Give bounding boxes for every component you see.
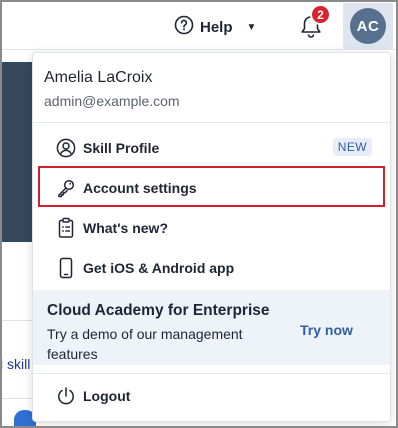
key-icon (55, 177, 77, 199)
enterprise-promo: Cloud Academy for Enterprise Try a demo … (33, 290, 390, 365)
menu-item-get-app[interactable]: Get iOS & Android app (33, 250, 390, 286)
menu-item-label: Get iOS & Android app (83, 260, 235, 276)
help-label: Help (200, 18, 233, 36)
account-dropdown-menu: Amelia LaCroix admin@example.com Skill P… (32, 52, 391, 422)
menu-item-logout[interactable]: Logout (33, 378, 390, 414)
user-circle-icon (55, 137, 77, 159)
try-now-link[interactable]: Try now (300, 322, 353, 338)
menu-item-label: What's new? (83, 220, 168, 236)
user-email: admin@example.com (44, 93, 180, 109)
clipboard-icon (55, 217, 77, 239)
avatar-button[interactable]: AC (343, 3, 393, 49)
user-info: Amelia LaCroix admin@example.com (33, 53, 390, 123)
partial-page-text: l skill (0, 356, 31, 372)
avatar[interactable]: AC (350, 8, 386, 44)
menu-item-account-settings[interactable]: Account settings (33, 170, 390, 206)
new-badge: NEW (332, 138, 372, 156)
question-circle-icon (174, 15, 194, 40)
help-menu-button[interactable]: Help ▼ (174, 15, 257, 40)
promo-subtitle: Try a demo of our management features (47, 326, 243, 362)
bell-icon (299, 16, 323, 44)
divider (33, 373, 390, 374)
phone-icon (55, 257, 77, 279)
menu-item-label: Account settings (83, 180, 197, 196)
menu-item-label: Skill Profile (83, 140, 160, 156)
divider (2, 398, 32, 399)
promo-title: Cloud Academy for Enterprise (47, 302, 270, 319)
divider (2, 320, 32, 321)
menu-item-label: Logout (83, 388, 131, 404)
notification-badge: 2 (310, 4, 331, 25)
user-name: Amelia LaCroix (44, 69, 153, 86)
power-icon (55, 385, 77, 407)
caret-down-icon: ▼ (246, 21, 257, 33)
menu-item-whats-new[interactable]: What's new? (33, 210, 390, 246)
page-banner (2, 62, 32, 242)
top-bar: Help ▼ (2, 2, 396, 50)
menu-item-skill-profile[interactable]: Skill Profile NEW (33, 130, 390, 166)
